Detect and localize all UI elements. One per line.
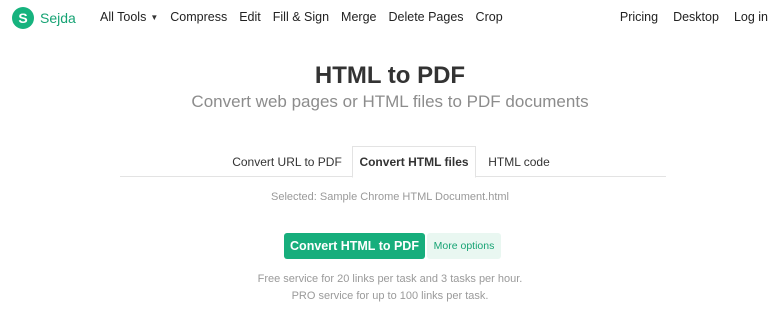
nav-all-tools-label: All Tools (100, 10, 147, 24)
tab-convert-html-files[interactable]: Convert HTML files (352, 146, 476, 178)
secondary-nav: Pricing Desktop Log in (605, 10, 768, 24)
nav-desktop[interactable]: Desktop (673, 10, 719, 24)
nav-merge[interactable]: Merge (341, 10, 376, 24)
free-service-note: Free service for 20 links per task and 3… (257, 273, 523, 285)
page-title: HTML to PDF (314, 62, 466, 89)
chevron-down-icon: ▼ (150, 13, 159, 22)
nav-login[interactable]: Log in (734, 10, 768, 24)
nav-edit[interactable]: Edit (239, 10, 261, 24)
tab-html-code[interactable]: HTML code (478, 146, 560, 177)
mode-tabs: Convert URL to PDF Convert HTML files HT… (120, 146, 666, 178)
nav-all-tools[interactable]: All Tools ▼ (100, 10, 158, 24)
page: S Sejda All Tools ▼ Compress Edit Fill & … (0, 0, 780, 326)
pro-service-note: PRO service for up to 100 links per task… (291, 290, 489, 302)
more-options-button[interactable]: More options (427, 233, 501, 259)
nav-fill-sign[interactable]: Fill & Sign (273, 10, 329, 24)
nav-crop[interactable]: Crop (476, 10, 503, 24)
selected-file-text: Selected: Sample Chrome HTML Document.ht… (270, 191, 509, 203)
brand-name: Sejda (40, 10, 76, 26)
top-navigation: S Sejda All Tools ▼ Compress Edit Fill & … (0, 0, 780, 36)
sejda-logo[interactable]: S Sejda (12, 7, 76, 29)
page-subtitle: Convert web pages or HTML files to PDF d… (191, 92, 589, 111)
nav-pricing[interactable]: Pricing (620, 10, 658, 24)
primary-nav: All Tools ▼ Compress Edit Fill & Sign Mer… (100, 10, 515, 24)
sejda-logo-icon: S (12, 7, 34, 29)
nav-compress[interactable]: Compress (170, 10, 227, 24)
convert-html-to-pdf-button[interactable]: Convert HTML to PDF (284, 233, 425, 259)
tab-convert-url[interactable]: Convert URL to PDF (224, 146, 350, 177)
nav-delete-pages[interactable]: Delete Pages (388, 10, 463, 24)
